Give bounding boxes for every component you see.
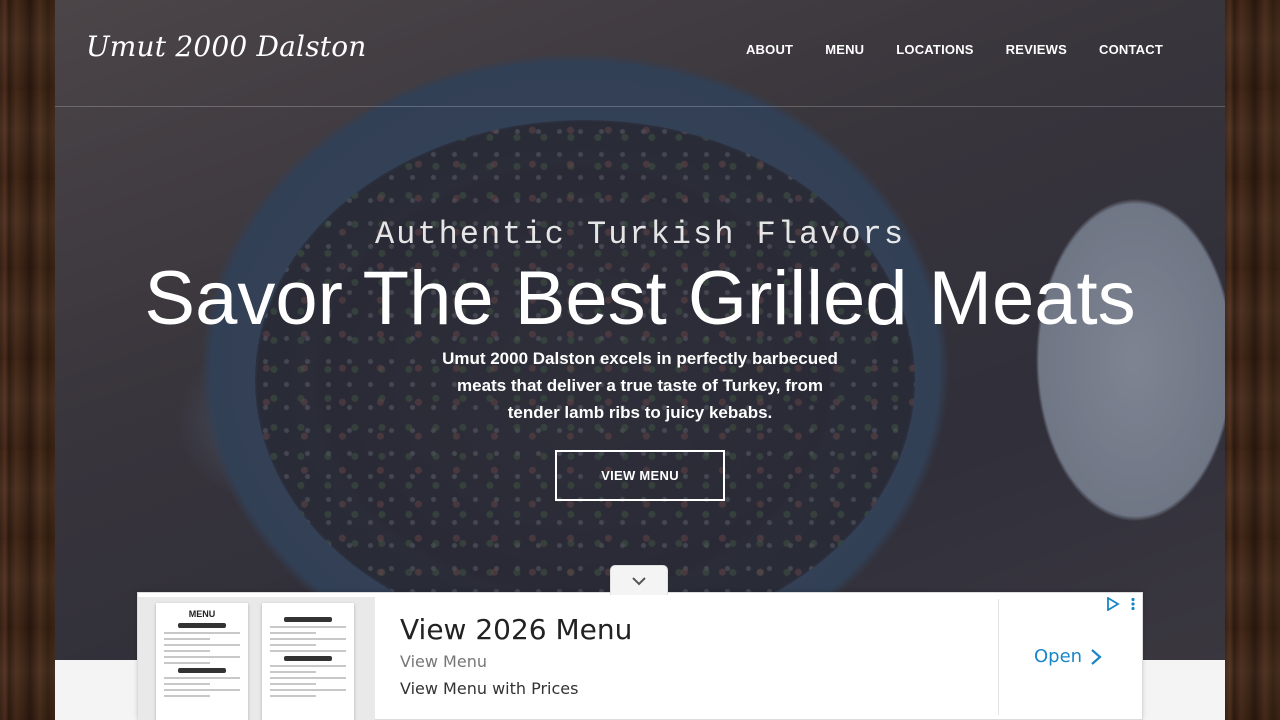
hero-description: Umut 2000 Dalston excels in perfectly ba… (442, 349, 838, 422)
hero-section: Umut 2000 Dalston ABOUT MENU LOCATIONS R… (55, 0, 1225, 660)
hero-title: Savor The Best Grilled Meats (144, 256, 1136, 341)
ad-banner[interactable]: MENU View 2026 Menu View Menu View Menu … (137, 592, 1143, 720)
hero-content: Authentic Turkish Flavors Savor The Best… (55, 216, 1225, 501)
adchoices-icon[interactable] (1106, 597, 1120, 611)
menu-thumbnail-title: MENU (188, 609, 216, 619)
nav-item-menu[interactable]: MENU (825, 42, 864, 57)
chevron-right-icon (1091, 648, 1102, 665)
ad-text: View 2026 Menu View Menu View Menu with … (400, 613, 632, 698)
chevron-down-icon (632, 576, 646, 585)
ad-open-button[interactable]: Open (1034, 646, 1102, 667)
nav-item-contact[interactable]: CONTACT (1099, 42, 1163, 57)
ad-divider (998, 599, 999, 715)
menu-thumbnail-page (262, 603, 354, 720)
wood-background-left (0, 0, 55, 720)
ad-open-label: Open (1034, 646, 1083, 667)
ad-collapse-button[interactable] (610, 565, 668, 595)
nav-item-about[interactable]: ABOUT (746, 42, 793, 57)
view-menu-button[interactable]: VIEW MENU (555, 450, 725, 501)
ad-title[interactable]: View 2026 Menu (400, 613, 632, 646)
hero-tagline: Authentic Turkish Flavors (374, 216, 906, 253)
menu-thumbnail-page: MENU (156, 603, 248, 720)
ad-description: View Menu with Prices (400, 679, 579, 698)
site-header: Umut 2000 Dalston ABOUT MENU LOCATIONS R… (55, 0, 1225, 107)
more-vert-icon[interactable] (1130, 597, 1136, 611)
site-logo[interactable]: Umut 2000 Dalston (86, 30, 367, 63)
nav-item-locations[interactable]: LOCATIONS (896, 42, 973, 57)
page: Umut 2000 Dalston ABOUT MENU LOCATIONS R… (55, 0, 1225, 720)
nav-item-reviews[interactable]: REVIEWS (1006, 42, 1067, 57)
wood-background-right (1225, 0, 1280, 720)
main-nav: ABOUT MENU LOCATIONS REVIEWS CONTACT (746, 42, 1163, 57)
ad-thumbnail: MENU (138, 597, 375, 720)
ad-subtitle: View Menu (400, 652, 487, 671)
